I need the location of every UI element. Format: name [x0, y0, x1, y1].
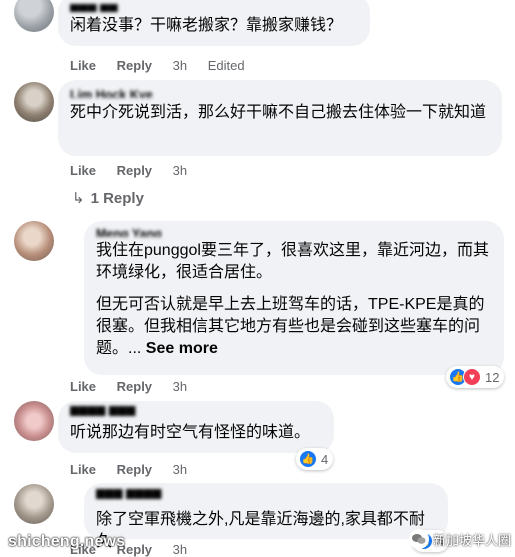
comment-author[interactable]: Meng Yang [96, 227, 492, 237]
comment-text: 听说那边有时空气有怪怪的味道。 [70, 424, 311, 441]
comment-text: 我住在punggol要三年了，很喜欢这里，靠近河边，而其环境绿化，很适合居住。 [96, 242, 489, 281]
reaction-count: 12 [485, 369, 500, 385]
comment-actions: Like Reply 3h [70, 379, 204, 394]
comment-text: 死中介死说到活，那么好干嘛不自己搬去住体验一下就知道 [70, 104, 487, 121]
comment-timestamp[interactable]: 3h [173, 462, 187, 477]
edited-label: Edited [207, 58, 245, 73]
like-button[interactable]: Like [70, 462, 96, 477]
like-button[interactable]: Like [70, 58, 96, 73]
comment-bubble: Meng Yang 我住在punggol要三年了，很喜欢这里，靠近河边，而其环境… [84, 221, 504, 375]
comment-author[interactable]: ███ ██ [70, 4, 358, 12]
comment-actions: Like Reply 3h [70, 462, 204, 477]
like-button[interactable]: Like [70, 379, 96, 394]
comment-timestamp[interactable]: 3h [173, 58, 187, 73]
watermark-text: shicheng.news [8, 533, 126, 550]
comment-bubble: ███ ██ 闲着没事？干嘛老搬家？靠搬家赚钱？ [58, 0, 370, 46]
avatar[interactable] [14, 484, 54, 524]
reply-button[interactable]: Reply [117, 462, 152, 477]
like-button[interactable]: Like [70, 163, 96, 178]
love-icon: ♥ [463, 368, 481, 386]
comment-timestamp[interactable]: 3h [173, 379, 187, 394]
comment-actions: Like Reply 3h Edited [70, 58, 245, 73]
comment-text: 闲着没事？干嘛老搬家？靠搬家赚钱？ [70, 17, 343, 34]
comment-text: 但无可否认就是早上去上班驾车的话，TPE-KPE是真的很塞。但我相信其它地方有些… [96, 294, 492, 360]
view-replies-label: 1 Reply [90, 190, 144, 207]
comment-author[interactable]: ███ ████ [96, 489, 436, 499]
see-more-link[interactable]: See more [146, 340, 218, 357]
comment-actions: Like Reply 3h [70, 163, 204, 178]
reply-button[interactable]: Reply [117, 379, 152, 394]
avatar[interactable] [14, 401, 54, 441]
brand-logo: 新加坡华人圈 [408, 529, 511, 549]
reply-arrow-icon: ↳ [72, 190, 85, 207]
like-icon: 👍 [299, 450, 317, 468]
reaction-count: 4 [321, 451, 329, 467]
reaction-summary[interactable]: 👍 4 [296, 448, 334, 470]
comment-bubble: ███ ████ 除了空軍飛機之外,凡是靠近海邊的,家具都不耐久 [84, 483, 448, 550]
comment-author[interactable]: ████ ███ [70, 406, 322, 416]
avatar[interactable] [14, 0, 54, 32]
reaction-summary[interactable]: 👍 ♥ 12 [446, 366, 505, 388]
avatar[interactable] [14, 221, 54, 261]
comment-bubble: ████ ███ 听说那边有时空气有怪怪的味道。 [58, 401, 334, 453]
avatar[interactable] [14, 82, 54, 122]
comment-author[interactable]: Lim Hock Kye [70, 88, 490, 98]
view-replies-link[interactable]: ↳ 1 Reply [72, 189, 144, 207]
comment-timestamp[interactable]: 3h [173, 163, 187, 178]
logo-text: 新加坡华人圈 [432, 532, 511, 548]
comment-bubble: Lim Hock Kye 死中介死说到活，那么好干嘛不自己搬去住体验一下就知道 [58, 80, 502, 156]
wechat-logo-icon [408, 529, 429, 549]
reply-button[interactable]: Reply [117, 58, 152, 73]
reply-button[interactable]: Reply [117, 163, 152, 178]
